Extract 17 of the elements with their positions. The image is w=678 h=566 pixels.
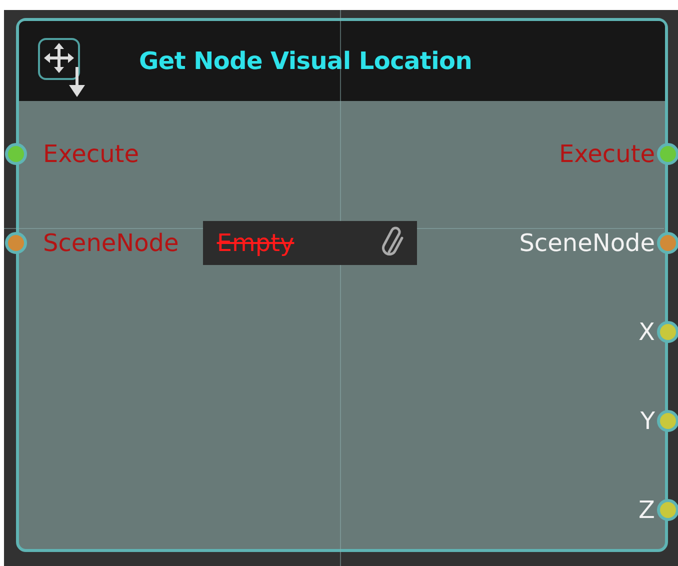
output-socket[interactable] (657, 320, 678, 342)
output-socket[interactable] (657, 232, 678, 254)
pin-label: SceneNode (519, 228, 655, 256)
value-field[interactable]: Empty (202, 220, 417, 264)
pin-label: Execute (559, 140, 655, 168)
pin-label: Z (638, 496, 655, 524)
output-socket[interactable] (657, 498, 678, 520)
node-title: Get Node Visual Location (139, 47, 472, 75)
field-value: Empty (216, 228, 294, 256)
input-socket[interactable] (5, 232, 27, 254)
pin-label: X (638, 318, 655, 346)
pin-label: Y (640, 406, 655, 434)
pin-label: SceneNode (43, 228, 179, 256)
pin-label: Execute (43, 140, 139, 168)
input-socket[interactable] (5, 142, 27, 164)
output-socket[interactable] (657, 142, 678, 164)
output-socket[interactable] (657, 410, 678, 432)
